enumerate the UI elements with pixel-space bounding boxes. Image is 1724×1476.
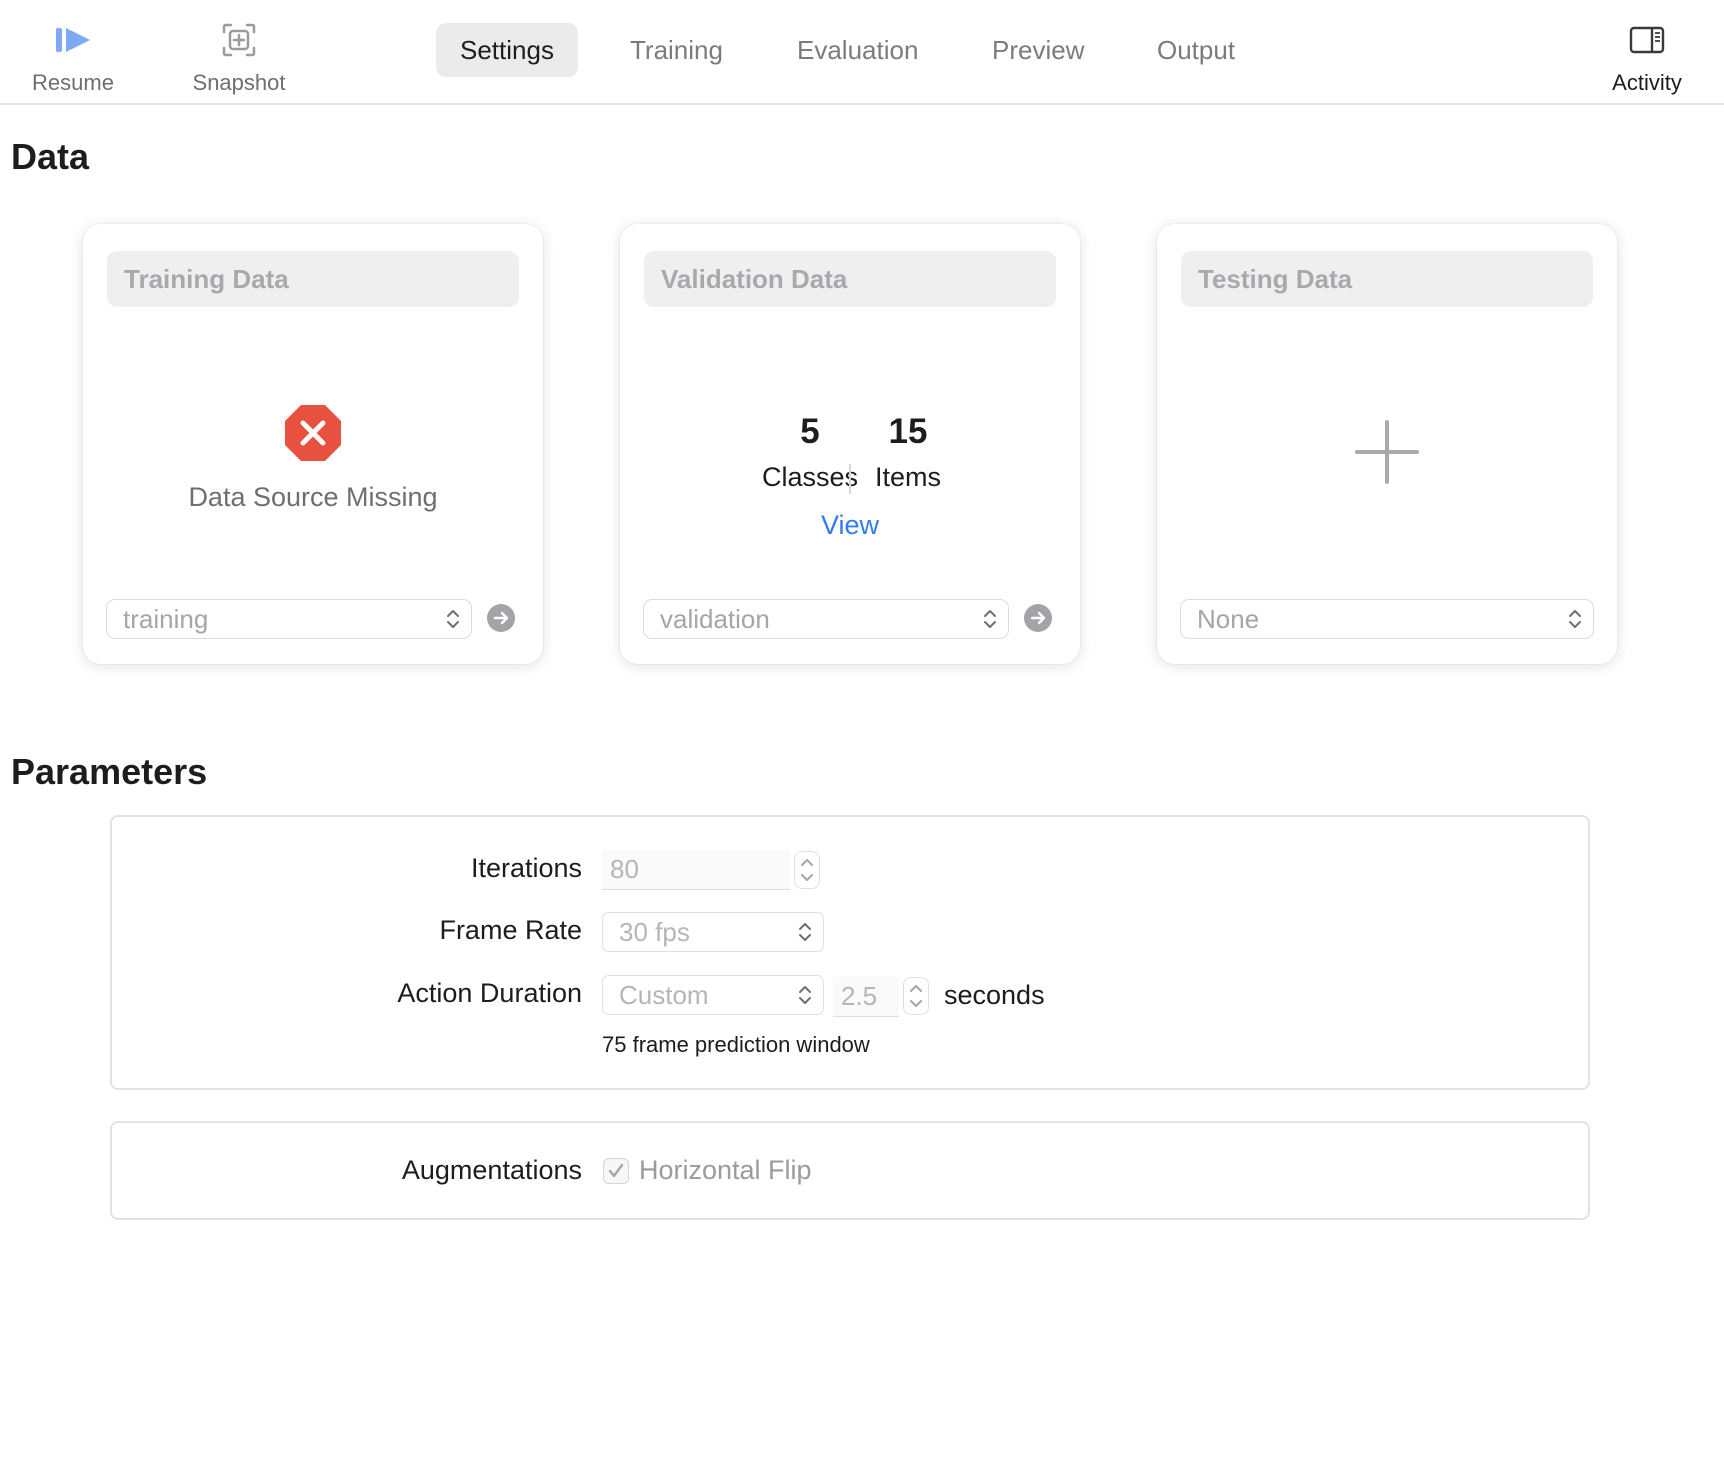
resume-button[interactable]: Resume [3,18,143,96]
items-label: Items [874,462,941,492]
testing-source-popup[interactable]: None [1180,599,1594,639]
testing-data-header: Testing Data [1181,251,1593,307]
action-duration-mode: Custom [619,980,709,1010]
frame-rate-label: Frame Rate [439,915,582,945]
training-go-button[interactable] [487,604,515,632]
view-link[interactable]: View [620,510,1080,541]
data-source-missing-message: Data Source Missing [188,482,438,512]
horizontal-flip-checkbox[interactable] [603,1158,629,1184]
training-data-header: Training Data [107,251,519,307]
validation-data-header: Validation Data [644,251,1056,307]
tab-training[interactable]: Training [606,23,747,77]
action-duration-field[interactable]: 2.5 [833,977,899,1017]
training-source-value: training [123,604,209,634]
stepper-arrows-icon [910,985,922,1007]
iterations-field[interactable]: 80 [602,850,790,890]
chevron-updown-icon [799,923,811,941]
parameters-section-title: Parameters [11,751,208,792]
testing-source-value: None [1197,604,1260,634]
sidebar-toggle-icon [1629,26,1665,54]
iterations-label: Iterations [470,853,582,883]
frame-rate-value: 30 fps [619,917,690,947]
snapshot-label: Snapshot [192,70,286,95]
validation-source-popup[interactable]: validation [643,599,1009,639]
tab-settings[interactable]: Settings [436,23,578,77]
classes-count: 5 [800,412,820,451]
training-data-card: Training Data Data Source Missing traini… [83,224,543,664]
tab-preview[interactable]: Preview [968,23,1108,77]
action-duration-label: Action Duration [397,978,582,1008]
frame-rate-popup[interactable]: 30 fps [602,912,824,952]
activity-label: Activity [1612,70,1682,95]
tab-evaluation[interactable]: Evaluation [773,23,942,77]
add-icon[interactable] [1355,420,1419,484]
horizontal-flip-label[interactable]: Horizontal Flip [639,1155,812,1186]
items-count: 15 [888,412,928,451]
toolbar: Resume Snapshot Settings Training Evalua… [0,0,1724,105]
chevron-updown-icon [799,986,811,1004]
testing-data-card: Testing Data None [1157,224,1617,664]
resume-label: Resume [32,70,114,95]
iterations-stepper[interactable] [794,851,820,889]
seconds-unit-label: seconds [944,980,1045,1010]
validation-source-value: validation [660,604,770,634]
snapshot-button[interactable]: Snapshot [169,18,309,96]
training-source-popup[interactable]: training [106,599,472,639]
prediction-window-note: 75 frame prediction window [602,1032,870,1057]
resume-icon [56,28,90,52]
arrow-right-icon [493,611,509,625]
arrow-right-icon [1030,611,1046,625]
stepper-arrows-icon [801,859,813,881]
data-section-title: Data [11,136,90,177]
checkmark-icon [608,1163,624,1178]
augmentations-label: Augmentations [401,1155,582,1185]
chevron-updown-icon [1569,610,1581,628]
action-duration-stepper[interactable] [903,977,929,1015]
activity-button[interactable]: Activity [1577,18,1717,96]
tab-output[interactable]: Output [1133,23,1259,77]
chevron-updown-icon [447,610,459,628]
validation-go-button[interactable] [1024,604,1052,632]
validation-data-card: Validation Data 5 Classes 15 Items View … [620,224,1080,664]
snapshot-icon [222,23,256,57]
chevron-updown-icon [984,610,996,628]
error-icon [285,405,341,461]
action-duration-popup[interactable]: Custom [602,975,824,1015]
